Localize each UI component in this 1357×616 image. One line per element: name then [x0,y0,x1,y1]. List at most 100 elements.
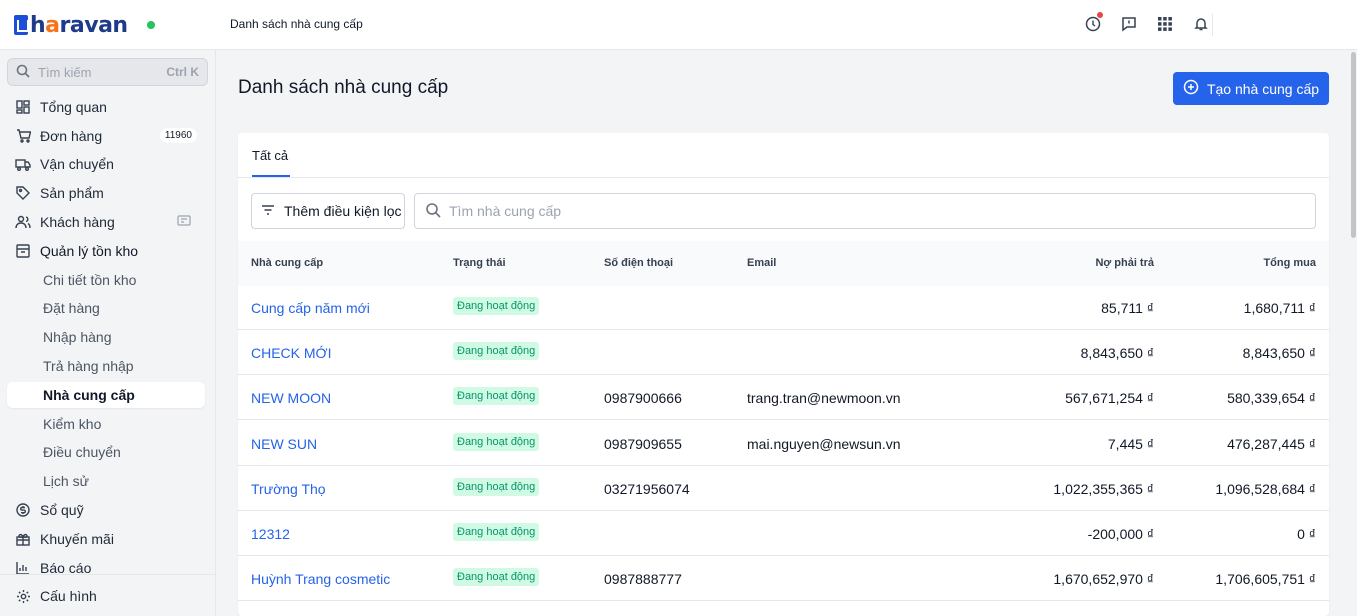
add-filter-label: Thêm điều kiện lọc [284,203,402,219]
sidebar-item-label: Lịch sử [43,473,89,489]
column-header-debt[interactable]: Nợ phải trả [1095,257,1154,269]
filter-icon [261,203,275,219]
total-cell: 1,706,605,751 ₫ [1215,571,1316,587]
top-bar: haravan Danh sách nhà cung cấp [0,0,1357,50]
online-status-dot [147,21,155,29]
sidebar-item-return-purchase[interactable]: Trả hàng nhập [7,353,205,379]
status-badge: Đang hoạt động [453,342,540,360]
table-row[interactable]: NEW SUN Đang hoạt động 0987909655 mai.ng… [238,421,1329,466]
table-row[interactable]: 12312 Đang hoạt động -200,000 ₫ 0 ₫ [238,511,1329,556]
supplier-name-link[interactable]: 12312 [251,526,290,542]
sidebar-item-promotions[interactable]: Khuyến mãi [7,526,205,552]
total-cell: 8,843,650 ₫ [1242,345,1316,361]
total-cell: 476,287,445 ₫ [1227,436,1316,452]
total-cell: 1,096,528,684 ₫ [1215,481,1316,497]
sidebar-item-cashbook[interactable]: Sổ quỹ [7,497,205,523]
sidebar-item-label: Kiểm kho [43,416,102,432]
sidebar-item-stocktake[interactable]: Kiểm kho [7,411,205,437]
status-badge: Đang hoạt động [453,297,540,315]
table-row[interactable]: Trường Thọ Đang hoạt động 03271956074 1,… [238,466,1329,511]
sidebar-item-label: Khách hàng [40,214,115,230]
sidebar-item-label: Điều chuyển [43,444,121,460]
column-header-total[interactable]: Tổng mua [1263,257,1316,269]
sidebar-item-label: Sổ quỹ [40,502,84,518]
tag-icon [15,185,31,201]
supplier-name-link[interactable]: Cung cấp năm mới [251,300,370,316]
sidebar-item-label: Quản lý tồn kho [40,243,139,259]
apps-grid-icon[interactable] [1154,13,1176,35]
column-header-status[interactable]: Trạng thái [453,257,506,269]
tab-all[interactable]: Tất cả [252,148,288,163]
column-header-email[interactable]: Email [747,257,776,269]
phone-cell: 0987900666 [604,390,682,406]
bell-icon[interactable] [1190,13,1212,35]
supplier-name-link[interactable]: CHECK MỚI [251,345,331,361]
sidebar-item-history[interactable]: Lịch sử [7,468,205,494]
supplier-name-link[interactable]: Trường Thọ [251,481,326,497]
column-header-name[interactable]: Nhà cung cấp [251,257,323,269]
create-supplier-button[interactable]: Tạo nhà cung cấp [1173,72,1329,105]
table-row[interactable]: NEW MOON Đang hoạt động 0987900666 trang… [238,375,1329,420]
notification-dot [1097,12,1103,18]
add-filter-button[interactable]: Thêm điều kiện lọc [251,193,405,229]
sidebar-item-overview[interactable]: Tổng quan [7,94,205,120]
sidebar-search[interactable]: Tìm kiếm Ctrl K [7,58,208,86]
email-cell: mai.nguyen@newsun.vn [747,436,901,452]
total-cell: 580,339,654 ₫ [1227,390,1316,406]
sidebar-item-label: Khuyến mãi [40,531,114,547]
total-cell: 1,680,711 ₫ [1243,300,1316,316]
sidebar-item-inventory[interactable]: Quản lý tồn kho [7,238,205,264]
sidebar-item-stock-detail[interactable]: Chi tiết tồn kho [7,267,205,293]
tab-bar: Tất cả [238,133,1329,178]
status-badge: Đang hoạt động [453,387,540,405]
sidebar-item-products[interactable]: Sản phẩm [7,180,205,206]
supplier-search-input[interactable] [449,203,1315,219]
search-icon [16,64,30,81]
phone-cell: 03271956074 [604,481,690,497]
customer-card-icon [177,214,191,230]
table-row[interactable]: Cung cấp năm mới Đang hoạt động 85,711 ₫… [238,285,1329,330]
sidebar-footer: Cấu hình [0,574,215,616]
sidebar-item-orders[interactable]: Đơn hàng 11960 [7,123,205,149]
breadcrumb-title: Danh sách nhà cung cấp [230,17,363,31]
supplier-name-link[interactable]: NEW SUN [251,436,317,452]
debt-cell: 1,022,355,365 ₫ [1053,481,1154,497]
search-icon [425,202,441,221]
feedback-icon[interactable] [1118,13,1140,35]
table-row[interactable]: CHECK MỚI Đang hoạt động 8,843,650 ₫ 8,8… [238,330,1329,375]
status-badge: Đang hoạt động [453,433,540,451]
sidebar-item-settings[interactable]: Cấu hình [7,583,205,609]
sidebar-item-transfer[interactable]: Điều chuyển [7,439,205,465]
phone-cell: 0987888777 [604,571,682,587]
debt-cell: 1,670,652,970 ₫ [1053,571,1154,587]
orders-count-badge: 11960 [159,128,197,143]
sidebar-item-label: Đơn hàng [40,128,103,144]
sidebar-item-label: Sản phẩm [40,185,104,201]
status-badge: Đang hoạt động [453,568,540,586]
sidebar-item-purchase-order[interactable]: Đặt hàng [7,295,205,321]
supplier-name-link[interactable]: Huỳnh Trang cosmetic [251,571,390,587]
page-title: Danh sách nhà cung cấp [238,77,449,98]
sidebar-item-label: Đặt hàng [43,300,100,316]
sidebar-item-receiving[interactable]: Nhập hàng [7,324,205,350]
table-row[interactable]: Huỳnh Trang cosmetic Đang hoạt động 0987… [238,556,1329,601]
sidebar-item-shipping[interactable]: Vận chuyển [7,151,205,177]
sidebar-item-suppliers[interactable]: Nhà cung cấp [7,382,205,408]
search-shortcut: Ctrl K [166,65,199,79]
page-scrollbar[interactable] [1351,52,1356,238]
inventory-icon [15,243,31,259]
logo-text: haravan [30,12,128,38]
debt-cell: 85,711 ₫ [1101,300,1154,316]
truck-icon [15,156,31,172]
table-header: Nhà cung cấp Trạng thái Số điện thoại Em… [238,241,1329,286]
supplier-name-link[interactable]: NEW MOON [251,390,331,406]
haravan-logo[interactable]: haravan [14,9,128,41]
email-cell: trang.tran@newmoon.vn [747,390,901,406]
status-badge: Đang hoạt động [453,523,540,541]
status-badge: Đang hoạt động [453,478,540,496]
gift-icon [15,531,31,547]
clock-dollar-icon[interactable] [1082,12,1104,35]
sidebar-item-customers[interactable]: Khách hàng [7,209,205,235]
column-header-phone[interactable]: Số điện thoại [604,257,673,269]
divider [1212,14,1213,36]
